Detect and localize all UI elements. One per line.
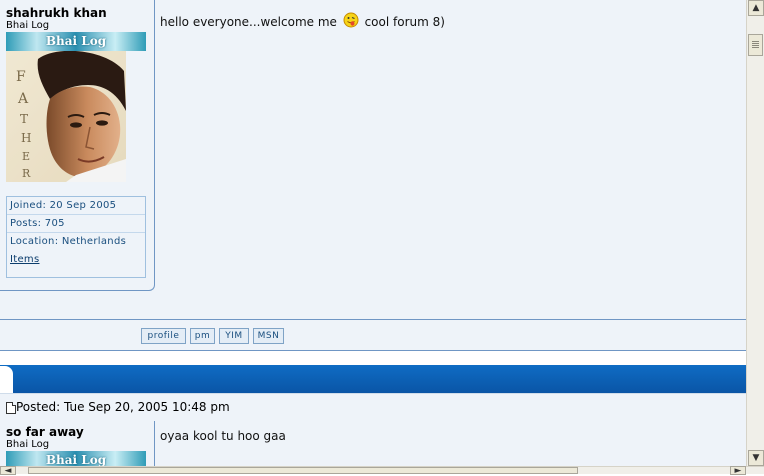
post-2-message: oyaa kool tu hoo gaa xyxy=(160,429,286,443)
msn-button[interactable]: MSN xyxy=(253,328,284,344)
post-1-profile-panel: shahrukh khan Bhai Log Bhai Log F A T H … xyxy=(0,0,155,291)
post-2-username[interactable]: so far away xyxy=(6,425,84,439)
post-1-contact-buttons: profile pm YIM MSN xyxy=(0,320,746,351)
post-1-user-info: Joined: 20 Sep 2005 Posts: 705 Location:… xyxy=(6,196,146,278)
post-1: shahrukh khan Bhai Log Bhai Log F A T H … xyxy=(0,0,746,320)
pm-button[interactable]: pm xyxy=(190,328,215,344)
svg-text:A: A xyxy=(17,91,29,107)
post-spacer xyxy=(0,351,746,366)
post-1-username[interactable]: shahrukh khan xyxy=(6,6,107,20)
svg-text:T: T xyxy=(20,112,28,126)
post-1-avatar: F A T H E R xyxy=(6,51,126,182)
post-2-rank: Bhai Log xyxy=(6,439,50,450)
post-2: so far away Bhai Log Bhai Log oyaa kool … xyxy=(0,421,746,466)
profile-button[interactable]: profile xyxy=(141,328,186,344)
yim-button[interactable]: YIM xyxy=(219,328,249,344)
horizontal-scroll-thumb[interactable] xyxy=(28,467,578,474)
vertical-scrollbar[interactable]: ▲ ▼ xyxy=(746,0,764,466)
svg-text:R: R xyxy=(22,167,31,180)
post-2-profile-panel: so far away Bhai Log Bhai Log xyxy=(0,421,155,466)
header-bar-corner xyxy=(0,366,13,393)
vertical-scroll-thumb[interactable] xyxy=(748,34,763,56)
post-document-icon[interactable] xyxy=(6,402,16,414)
post-1-message-tail: cool forum 8) xyxy=(364,15,445,29)
post-1-message: hello everyone...welcome me cool forum 8… xyxy=(160,12,445,29)
avatar-letter-f: F xyxy=(16,69,26,85)
post-2-rank-image: Bhai Log xyxy=(6,451,146,466)
items-link[interactable]: Items xyxy=(7,254,145,265)
post-1-rank: Bhai Log xyxy=(6,20,50,31)
scroll-up-icon[interactable]: ▲ xyxy=(748,0,764,16)
user-location: Location: Netherlands xyxy=(10,236,127,247)
post-1-rank-image: Bhai Log xyxy=(6,32,146,51)
post-2-posted-date: Posted: Tue Sep 20, 2005 10:48 pm xyxy=(16,400,230,414)
thread-header-bar xyxy=(0,365,746,393)
scroll-down-icon[interactable]: ▼ xyxy=(748,450,764,466)
joined-date: Joined: 20 Sep 2005 xyxy=(7,197,145,215)
horizontal-scrollbar[interactable]: ◄ ► xyxy=(0,466,764,476)
post-count: Posts: 705 xyxy=(7,215,145,233)
svg-text:H: H xyxy=(21,131,31,145)
svg-text:E: E xyxy=(22,150,30,163)
forum-thread-viewport: shahrukh khan Bhai Log Bhai Log F A T H … xyxy=(0,0,746,466)
post-2-header: Posted: Tue Sep 20, 2005 10:48 pm xyxy=(0,393,746,422)
post-1-message-text: hello everyone...welcome me xyxy=(160,15,337,29)
tongue-smiley-icon xyxy=(343,12,359,28)
